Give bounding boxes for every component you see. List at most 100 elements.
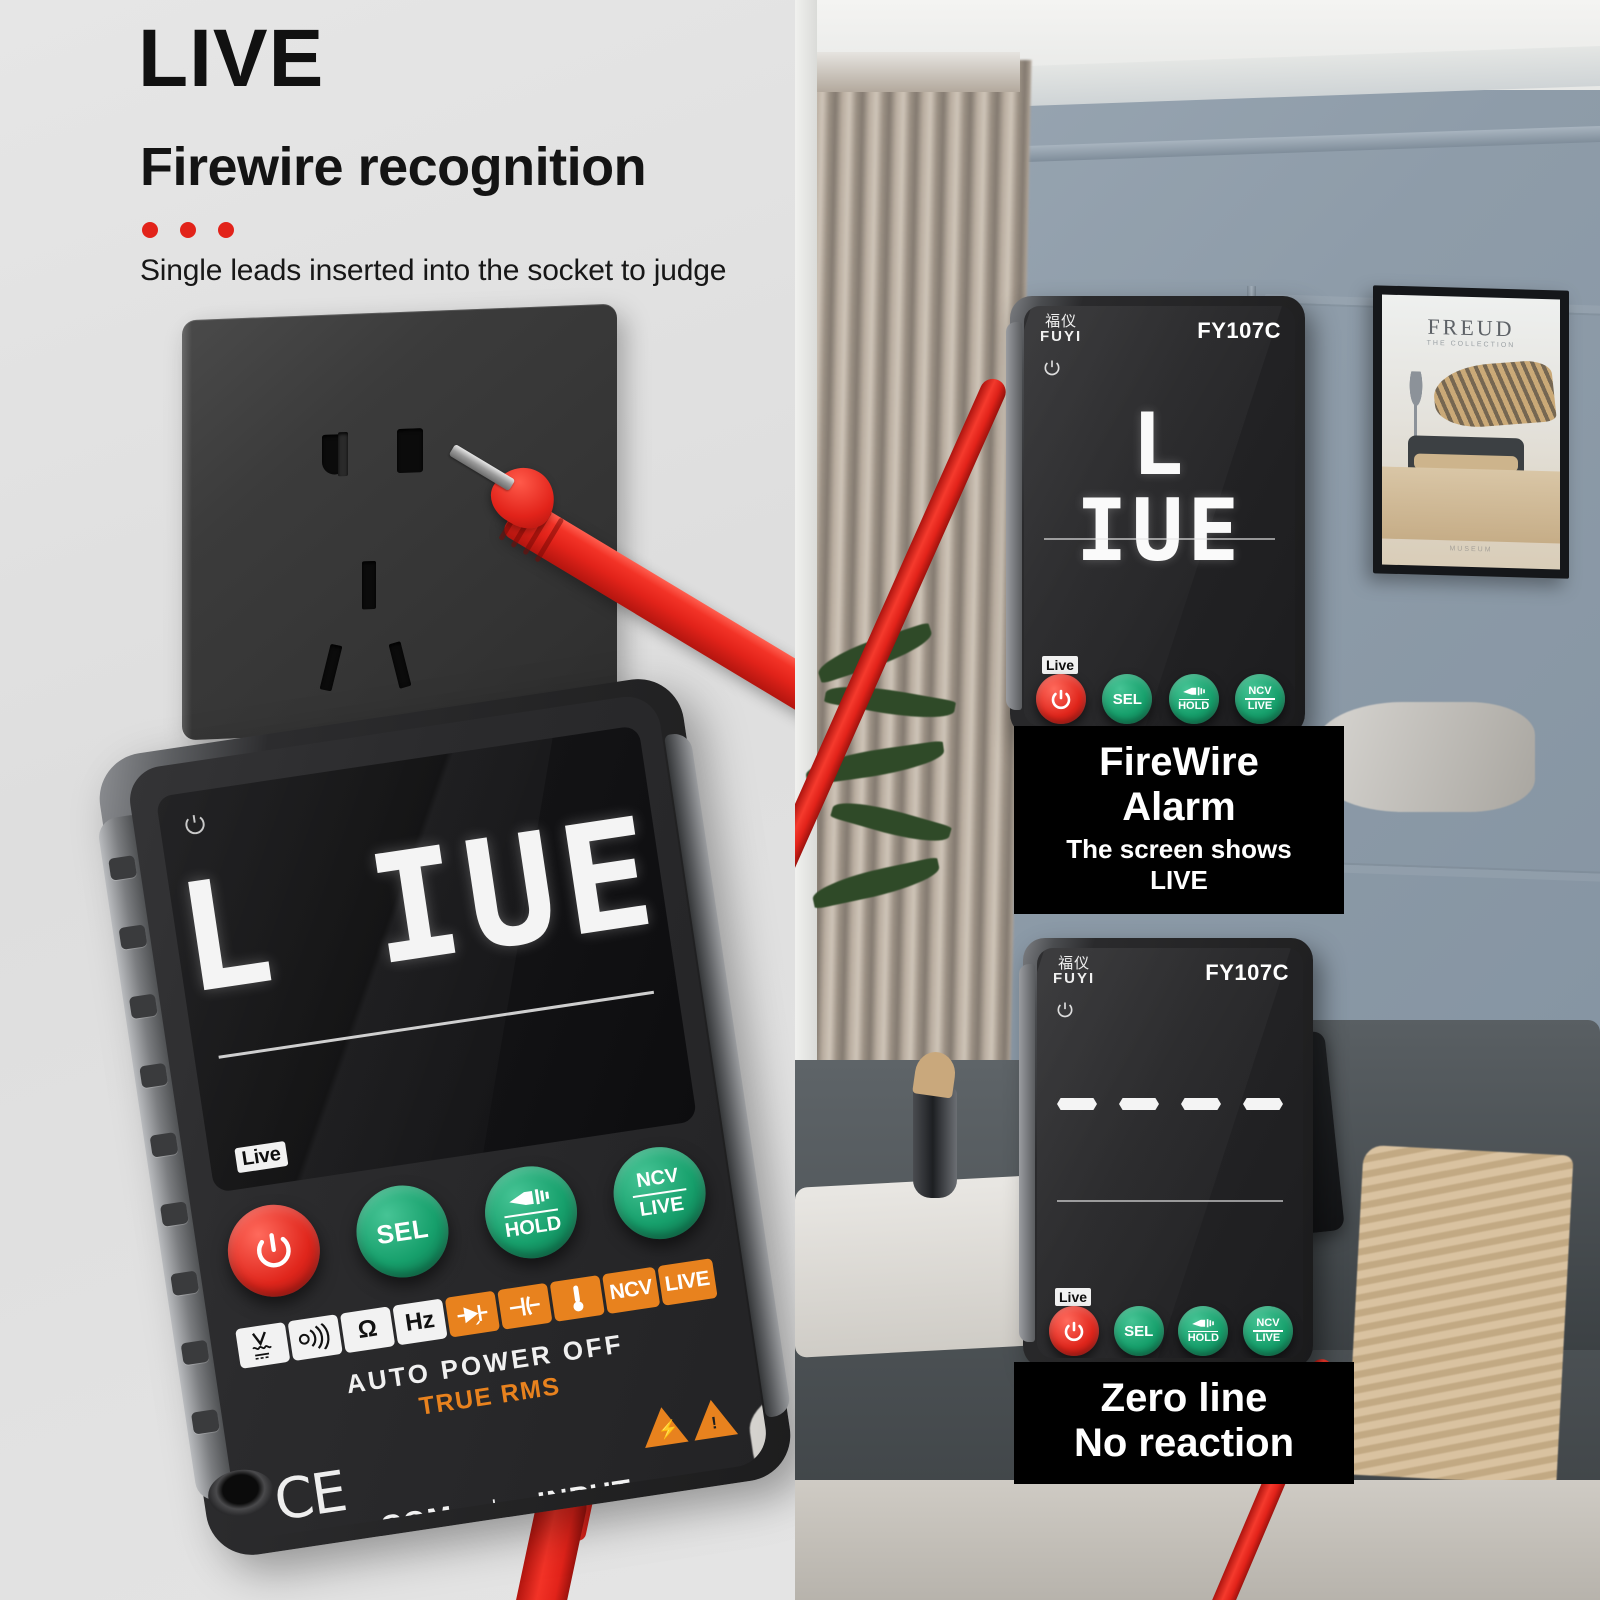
mini-multimeter-zeroline: 福仪 FUYI FY107C Live SEL HOLD NCV LIVE <box>1019 938 1313 1368</box>
socket-hole-angled-right <box>388 641 412 689</box>
voltage-ac-dc-icon <box>251 1331 272 1360</box>
mini-sel-label-1: SEL <box>1112 690 1142 708</box>
brand-logo-1: 福仪 FUYI <box>1040 312 1083 345</box>
lcd-dash <box>1243 1098 1283 1110</box>
left-panel: LIVE Firewire recognition Single leads i… <box>0 0 795 1600</box>
caption2-line-1: Zero line <box>1100 1376 1268 1420</box>
mini-face-2: 福仪 FUYI FY107C Live SEL HOLD NCV LIVE <box>1037 948 1303 1358</box>
caption2-line-2: No reaction <box>1073 1420 1295 1465</box>
plant-leaf <box>830 793 952 851</box>
mode-voltage-ac-dc-icon <box>235 1321 291 1369</box>
cat-on-rug <box>1315 702 1535 812</box>
warning-icons: ⚡ ! <box>639 1396 739 1449</box>
brand-cn-2: 福仪 <box>1058 954 1091 972</box>
meter-front-face: L IUE Live SEL HOLD NCV LIVE Ω Hz NCV LI… <box>125 692 771 1541</box>
house-plant <box>803 600 985 980</box>
poster-zebra-illustration <box>1431 359 1557 431</box>
main-multimeter: L IUE Live SEL HOLD NCV LIVE Ω Hz NCV LI… <box>93 672 795 1562</box>
mini-sel-label-2: SEL <box>1124 1322 1154 1340</box>
page-description: Single leads inserted into the socket to… <box>140 254 727 287</box>
plant-leaf <box>809 856 943 910</box>
poster-footer: MUSEUM <box>1449 545 1493 554</box>
capacitance-icon <box>509 1296 540 1316</box>
mode-temperature-icon <box>549 1274 605 1322</box>
knit-throw-blanket <box>1346 1144 1574 1486</box>
caption-line-2: Alarm <box>1122 784 1236 829</box>
brand-en-1: FUYI <box>1040 328 1083 345</box>
mini-hold-button-1[interactable]: HOLD <box>1168 674 1219 724</box>
mini-ncv-label-1: NCV <box>1248 684 1272 697</box>
mini-ncv-label-2: NCV <box>1256 1316 1280 1329</box>
mode-diode-icon <box>444 1290 501 1338</box>
lcd-display: L IUE Live <box>155 725 698 1193</box>
mode-ohm-icon: Ω <box>339 1306 396 1354</box>
model-number-1: FY107C <box>1197 318 1281 343</box>
mode-live-icon: LIVE <box>657 1258 718 1306</box>
lcd-live-indicator: Live <box>234 1140 289 1174</box>
mini-hold-label-1: HOLD <box>1178 700 1210 713</box>
temperature-icon <box>573 1285 584 1312</box>
socket-hole-angled-left <box>319 643 343 692</box>
mini-live-label-1: LIVE <box>1247 699 1273 712</box>
page-title: LIVE <box>138 13 325 104</box>
product-marketing-image: LIVE Firewire recognition Single leads i… <box>0 0 1600 1600</box>
brand-cn-1: 福仪 <box>1045 312 1078 330</box>
mini-ncv-live-button-1[interactable]: NCV LIVE <box>1234 674 1285 724</box>
mini-ncv-live-button-2[interactable]: NCV LIVE <box>1242 1306 1293 1356</box>
hand-hold-icon <box>1192 1319 1215 1328</box>
power-icon <box>185 814 205 835</box>
caption-line-1: FireWire <box>1099 740 1259 784</box>
mode-continuity-icon <box>287 1314 343 1362</box>
live-label: LIVE <box>638 1192 686 1222</box>
mini-face-1: 福仪 FUYI FY107C L IUE Live SEL HOLD NCV L… <box>1024 306 1295 726</box>
power-icon <box>1064 1321 1084 1342</box>
power-button[interactable] <box>221 1198 327 1304</box>
mini-side-grip-2 <box>1019 964 1035 1342</box>
caption-zero-line: Zero line No reaction <box>1014 1362 1354 1484</box>
brand-logo-2: 福仪 FUYI <box>1053 954 1095 987</box>
mini-lcd-baseline-1 <box>1044 538 1275 540</box>
mini-sel-button-2[interactable]: SEL <box>1113 1306 1164 1356</box>
decorative-dots <box>142 222 234 238</box>
power-icon <box>257 1233 291 1268</box>
mini-power-button-1[interactable] <box>1036 674 1086 724</box>
floor-rug <box>795 1480 1600 1600</box>
mode-ncv-icon: NCV <box>602 1266 661 1315</box>
sel-button[interactable]: SEL <box>350 1179 455 1284</box>
high-voltage-icon: ⚡ <box>639 1403 689 1449</box>
power-icon <box>1051 689 1071 710</box>
poster: FREUD THE COLLECTION MUSEUM <box>1382 294 1560 570</box>
mini-power-button-2[interactable] <box>1049 1306 1099 1356</box>
mini-live-indicator-1: Live <box>1042 656 1079 674</box>
mode-capacitance-icon <box>497 1282 553 1330</box>
caption-firewire-alarm: FireWire Alarm The screen shows LIVE <box>1014 726 1344 914</box>
mini-sel-button-1[interactable]: SEL <box>1102 674 1153 724</box>
mini-hold-label-2: HOLD <box>1187 1332 1219 1345</box>
mini-button-row-2: SEL HOLD NCV LIVE <box>1049 1306 1293 1356</box>
mini-lcd-dashes <box>1037 1098 1303 1110</box>
socket-hole-left-slot <box>338 431 348 477</box>
diode-icon <box>457 1304 488 1327</box>
hold-button[interactable]: HOLD <box>478 1160 584 1265</box>
wall-art-frame: FREUD THE COLLECTION MUSEUM <box>1373 285 1569 579</box>
poster-ground-illustration <box>1382 466 1560 544</box>
model-number-2: FY107C <box>1205 960 1289 985</box>
mini-multimeter-firewire: 福仪 FUYI FY107C L IUE Live SEL HOLD NCV L… <box>1006 296 1305 736</box>
socket-hole-right <box>397 428 423 474</box>
mini-lcd-baseline-2 <box>1057 1200 1283 1202</box>
mini-live-indicator-2: Live <box>1055 1288 1092 1306</box>
lcd-dash <box>1119 1098 1159 1110</box>
continuity-icon <box>298 1322 330 1350</box>
mini-live-label-2: LIVE <box>1255 1331 1281 1344</box>
right-panel-room-scene: FREUD THE COLLECTION MUSEUM 福仪 FUYI FY10… <box>795 0 1600 1600</box>
power-icon <box>1057 1002 1073 1018</box>
page-subtitle: Firewire recognition <box>140 137 647 197</box>
power-icon <box>1044 360 1060 376</box>
ncv-live-button[interactable]: NCV LIVE <box>607 1140 712 1246</box>
lcd-dash <box>1057 1098 1097 1110</box>
mini-hold-button-2[interactable]: HOLD <box>1178 1306 1229 1356</box>
socket-hole-ground <box>362 560 376 610</box>
mini-button-row-1: SEL HOLD NCV LIVE <box>1036 674 1285 724</box>
table-vase <box>913 1088 957 1198</box>
mini-side-grip-1 <box>1006 322 1022 710</box>
